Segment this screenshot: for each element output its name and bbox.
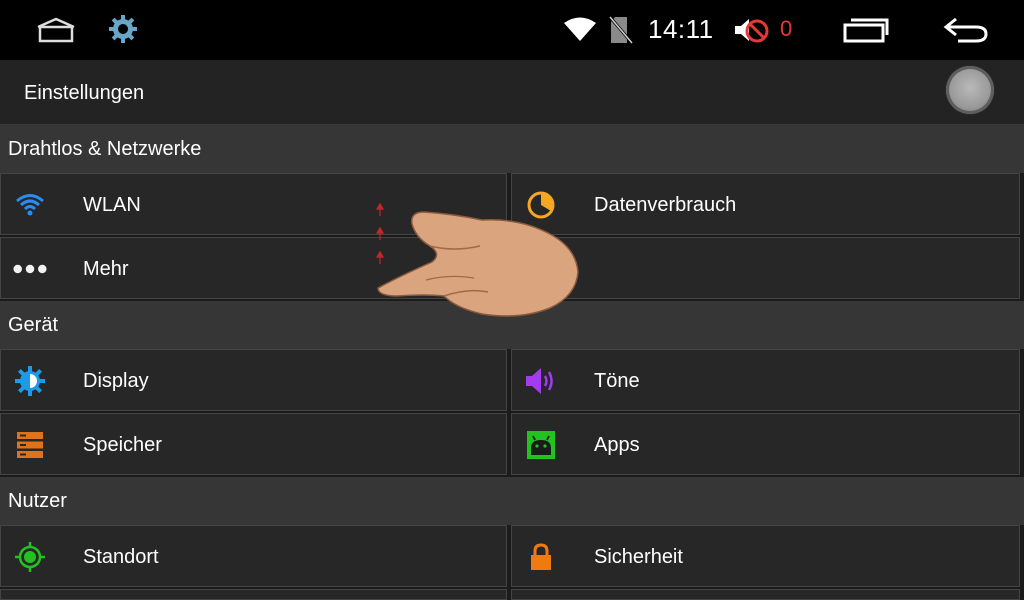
recent-apps-icon[interactable] (842, 16, 890, 44)
storage-icon (13, 429, 47, 461)
partial-tile (0, 589, 507, 600)
wifi-signal-icon (562, 14, 598, 44)
settings-item-label: Apps (594, 434, 640, 456)
floating-assist-button[interactable] (946, 66, 994, 114)
more-dots-icon (13, 253, 47, 285)
section-title: Nutzer (8, 490, 67, 512)
apps-android-icon (524, 429, 558, 461)
settings-item-security[interactable]: Sicherheit (511, 525, 1020, 587)
partial-tile (511, 589, 1020, 600)
settings-item-label: Sicherheit (594, 546, 683, 568)
settings-item-storage[interactable]: Speicher (0, 413, 507, 475)
page-title: Einstellungen (24, 82, 145, 104)
section-header-user: Nutzer (0, 477, 1024, 525)
settings-item-label: Display (83, 370, 149, 392)
home-icon[interactable] (34, 14, 78, 46)
settings-item-display[interactable]: Display (0, 349, 507, 411)
settings-item-label: Datenverbrauch (594, 194, 737, 216)
settings-item-label: Standort (83, 546, 159, 568)
section-header-wireless: Drahtlos & Netzwerke (0, 125, 1024, 173)
settings-item-label: Speicher (83, 434, 162, 456)
location-icon (13, 541, 47, 573)
title-bar: Einstellungen (0, 60, 1024, 125)
back-arrow-icon[interactable] (940, 14, 992, 46)
lock-icon (524, 541, 558, 573)
settings-item-location[interactable]: Standort (0, 525, 507, 587)
settings-item-apps[interactable]: Apps (511, 413, 1020, 475)
section-title: Drahtlos & Netzwerke (8, 138, 202, 160)
settings-gear-icon[interactable] (106, 12, 140, 46)
no-sim-icon (608, 14, 634, 46)
status-bar: 14:11 0 (0, 0, 1024, 60)
notification-count: 0 (780, 16, 793, 41)
display-brightness-icon (13, 365, 47, 397)
settings-item-label: Mehr (83, 258, 129, 280)
settings-item-sound[interactable]: Töne (511, 349, 1020, 411)
settings-item-label: Töne (594, 370, 640, 392)
sound-icon (524, 365, 558, 397)
clock-time: 14:11 (648, 14, 714, 44)
settings-item-label: WLAN (83, 194, 141, 216)
wifi-icon (13, 189, 47, 221)
pointing-hand-icon (377, 211, 579, 317)
volume-muted-icon[interactable] (732, 14, 772, 46)
section-title: Gerät (8, 314, 59, 336)
